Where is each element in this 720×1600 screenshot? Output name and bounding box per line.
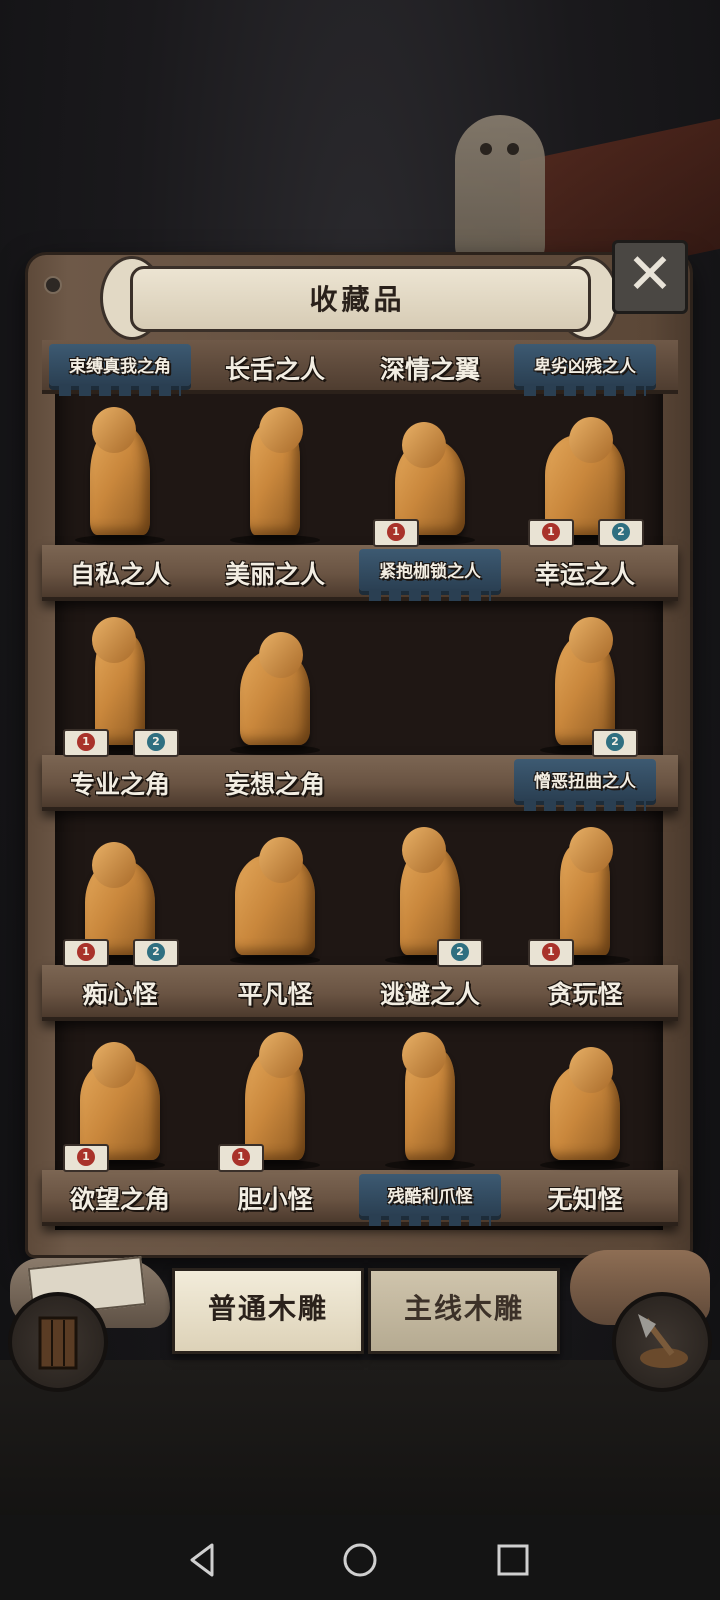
- variant-badge: 1: [528, 519, 574, 547]
- figure-shadow: [230, 535, 320, 545]
- collectible-slot[interactable]: 自私之人: [45, 395, 195, 605]
- collectible-name: 憎恶扭曲之人: [534, 772, 636, 792]
- collectible-name: 残酷利爪怪: [387, 1187, 473, 1207]
- tab-main-carving[interactable]: 主线木雕: [368, 1268, 560, 1354]
- collectible-name: 自私之人: [69, 560, 170, 589]
- collectible-slot[interactable]: 逃避之人 2: [355, 815, 505, 1025]
- figure-head: [92, 842, 136, 888]
- variant-badge: 1: [63, 1144, 109, 1172]
- collectible-slot: [355, 605, 505, 815]
- figure-head: [569, 1047, 613, 1093]
- variant-badge: 1: [218, 1144, 264, 1172]
- variant-number-icon: 2: [612, 523, 630, 541]
- nav-back-button[interactable]: [180, 1535, 230, 1585]
- figure-head: [569, 617, 613, 663]
- home-circle-icon: [343, 1543, 377, 1577]
- nav-recents-button[interactable]: [488, 1535, 538, 1585]
- figure-head: [259, 407, 303, 453]
- figure-head: [259, 632, 303, 678]
- collectible-name: 痴心怪: [82, 980, 158, 1009]
- axe-stump-button[interactable]: [612, 1292, 712, 1392]
- variant-number-icon: 1: [232, 1148, 250, 1166]
- variant-badge: 1: [63, 729, 109, 757]
- wood-door-button[interactable]: [8, 1292, 108, 1392]
- figure-shadow: [540, 1160, 630, 1170]
- variant-number-icon: 1: [542, 523, 560, 541]
- variant-number-icon: 1: [77, 943, 95, 961]
- figure-head: [259, 837, 303, 883]
- back-triangle-icon: [190, 1543, 214, 1577]
- figure-head: [259, 1032, 303, 1078]
- variant-number-icon: 2: [147, 733, 165, 751]
- collectible-name: 紧抱枷锁之人: [379, 562, 481, 582]
- collectible-name: 束缚真我之角: [69, 357, 171, 377]
- collectible-slot[interactable]: 胆小怪 1: [200, 1020, 350, 1230]
- axe-icon: [638, 1314, 688, 1368]
- collectible-name: 无知怪: [547, 1185, 623, 1214]
- figure-head: [569, 827, 613, 873]
- nav-home-button[interactable]: [335, 1535, 385, 1585]
- figure-shadow: [230, 745, 320, 755]
- collectible-slot[interactable]: 残酷利爪怪: [355, 1020, 505, 1230]
- collectible-name: 美丽之人: [224, 560, 325, 589]
- figure-head: [402, 827, 446, 873]
- variant-number-icon: 1: [77, 1148, 95, 1166]
- variant-badge: 2: [133, 729, 179, 757]
- collectible-slot[interactable]: 平凡怪: [200, 815, 350, 1025]
- door-icon: [38, 1316, 78, 1370]
- variant-badge: 1: [63, 939, 109, 967]
- collectible-name: 胆小怪: [237, 1185, 313, 1214]
- owl-eye: [507, 143, 519, 155]
- variant-number-icon: 2: [147, 943, 165, 961]
- collectible-name: 妄想之角: [224, 770, 325, 799]
- variant-badge: 2: [592, 729, 638, 757]
- collectible-slot[interactable]: 专业之角 1 2: [45, 605, 195, 815]
- variant-badge: 2: [133, 939, 179, 967]
- variant-badge: 1: [373, 519, 419, 547]
- variant-badge: 2: [437, 939, 483, 967]
- variant-badge: 1: [528, 939, 574, 967]
- collectible-name: 平凡怪: [237, 980, 313, 1009]
- figure-shadow: [75, 535, 165, 545]
- collectible-slot[interactable]: 幸运之人 1 2: [510, 395, 660, 605]
- collectible-name: 卑劣凶残之人: [534, 357, 636, 377]
- variant-number-icon: 2: [451, 943, 469, 961]
- collectible-slot[interactable]: 贪玩怪 1: [510, 815, 660, 1025]
- collectible-name: 贪玩怪: [547, 980, 623, 1009]
- owl-eye: [480, 143, 492, 155]
- collectible-slot[interactable]: 欲望之角 1: [45, 1020, 195, 1230]
- figure-head: [92, 1042, 136, 1088]
- figure-shadow: [385, 1160, 475, 1170]
- figure-shadow: [230, 955, 320, 965]
- figure-head: [92, 407, 136, 453]
- collectible-slot[interactable]: 痴心怪 1 2: [45, 815, 195, 1025]
- variant-number-icon: 1: [542, 943, 560, 961]
- collectible-slot[interactable]: 无知怪: [510, 1020, 660, 1230]
- figure-head: [92, 617, 136, 663]
- collectible-name: 幸运之人: [534, 560, 635, 589]
- variant-number-icon: 1: [387, 523, 405, 541]
- collectible-slot[interactable]: 美丽之人: [200, 395, 350, 605]
- collectible-name: 逃避之人: [379, 980, 480, 1009]
- collectible-slot[interactable]: 憎恶扭曲之人 2: [510, 605, 660, 815]
- figure-head: [402, 1032, 446, 1078]
- variant-badge: 2: [598, 519, 644, 547]
- collectible-name: 专业之角: [69, 770, 170, 799]
- variant-number-icon: 1: [77, 733, 95, 751]
- collectible-slot[interactable]: 紧抱枷锁之人 1: [355, 395, 505, 605]
- figure-head: [402, 422, 446, 468]
- figure-head: [569, 417, 613, 463]
- collectible-name: 深情之翼: [379, 355, 480, 384]
- recents-square-icon: [497, 1544, 529, 1576]
- tab-normal-carving[interactable]: 普通木雕: [172, 1268, 364, 1354]
- collectible-name: 长舌之人: [224, 355, 325, 384]
- background-floor: [0, 1360, 720, 1520]
- collectible-slot[interactable]: 妄想之角: [200, 605, 350, 815]
- collectible-name: 欲望之角: [69, 1185, 170, 1214]
- variant-number-icon: 2: [606, 733, 624, 751]
